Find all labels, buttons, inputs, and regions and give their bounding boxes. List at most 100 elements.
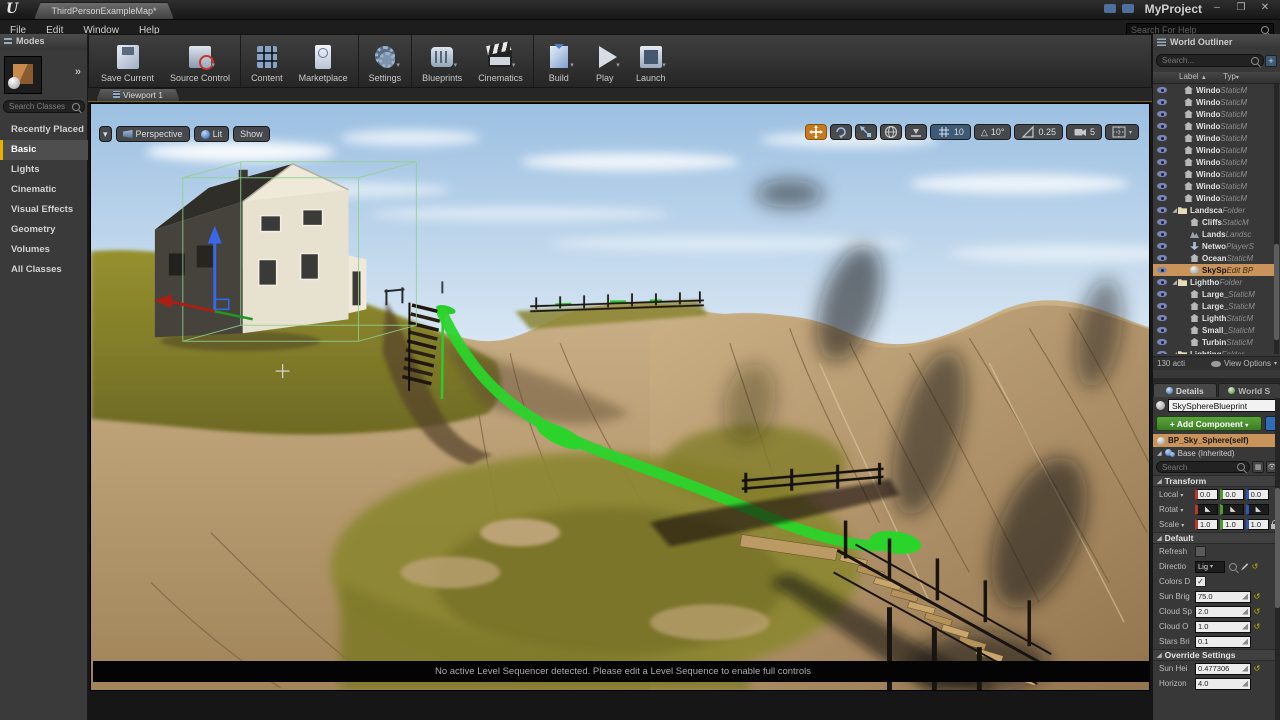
reset-to-default-icon[interactable]: ↺ — [1253, 622, 1261, 631]
viewport-options-dropdown[interactable]: ▾ — [99, 126, 112, 142]
outliner-row[interactable]: WindoStaticM — [1153, 108, 1275, 120]
visibility-eye-icon[interactable] — [1157, 183, 1167, 189]
scale-label[interactable]: Scale ▾ — [1159, 520, 1193, 529]
visibility-eye-icon[interactable] — [1157, 123, 1167, 129]
expand-arrow-icon[interactable]: ◢ — [1170, 279, 1177, 286]
rotation-snap-value[interactable]: 10° — [991, 127, 1005, 137]
visibility-eye-icon[interactable] — [1157, 195, 1167, 201]
browse-icon[interactable] — [1229, 563, 1237, 571]
visibility-eye-icon[interactable] — [1157, 327, 1167, 333]
scale-tool-button[interactable] — [855, 124, 877, 140]
outliner-row[interactable]: OceanStaticM — [1153, 252, 1275, 264]
feedback-bubble-icon[interactable] — [1104, 4, 1116, 13]
outliner-row[interactable]: SkySpEdit BP — [1153, 264, 1275, 276]
details-search-input[interactable]: Search — [1156, 461, 1250, 473]
scale-snap-value[interactable]: 0.25 — [1038, 127, 1056, 137]
toolbar-button[interactable]: ▾ Cinematics — [470, 35, 531, 87]
details-scrollbar[interactable] — [1275, 398, 1280, 720]
show-button[interactable]: Show — [233, 126, 270, 142]
spin-handle-icon[interactable] — [1242, 681, 1248, 687]
rotation-label[interactable]: Rotat ▾ — [1159, 505, 1193, 514]
rotation-x-field[interactable]: ◣ — [1195, 504, 1218, 515]
outliner-row[interactable]: WindoStaticM — [1153, 120, 1275, 132]
scale-z-field[interactable]: 1.0 — [1246, 519, 1269, 530]
location-label[interactable]: Local ▾ — [1159, 490, 1193, 499]
visibility-eye-icon[interactable] — [1157, 171, 1167, 177]
spin-handle-icon[interactable] — [1242, 594, 1248, 600]
default-section-header[interactable]: ◢ Default — [1153, 532, 1280, 544]
column-type[interactable]: Typ▾ — [1223, 72, 1280, 83]
visibility-eye-icon[interactable] — [1157, 351, 1167, 354]
outliner-row[interactable]: WindoStaticM — [1153, 144, 1275, 156]
toolbar-button[interactable]: Content — [240, 35, 291, 87]
rotate-tool-button[interactable] — [830, 124, 852, 140]
maximize-viewport-button[interactable]: ▾ — [1105, 124, 1139, 140]
toolbar-button[interactable]: ▾ Launch — [628, 35, 674, 87]
outliner-row[interactable]: LandsLandsc — [1153, 228, 1275, 240]
colors-checkbox[interactable]: ✓ — [1195, 576, 1206, 587]
modes-category-item[interactable]: Recently Placed — [0, 120, 88, 140]
level-tab[interactable]: ThirdPersonExampleMap* — [34, 2, 174, 19]
expand-arrow-icon[interactable]: ◢ — [1170, 351, 1177, 355]
toolbar-button[interactable]: ▾ Blueprints — [411, 35, 470, 87]
reset-to-default-icon[interactable]: ↺ — [1253, 592, 1261, 601]
outliner-row[interactable]: NetwoPlayerS — [1153, 240, 1275, 252]
close-button[interactable]: ✕ — [1258, 2, 1272, 13]
place-mode-thumbnail[interactable] — [4, 56, 42, 94]
modes-category-item[interactable]: Lights — [0, 160, 88, 180]
outliner-row[interactable]: Cliffs StaticM — [1153, 216, 1275, 228]
modes-category-item[interactable]: Geometry — [0, 220, 88, 240]
grid-snap-value[interactable]: 10 — [954, 127, 964, 137]
toolbar-button[interactable]: ▾ Play — [582, 35, 628, 87]
outliner-row[interactable]: WindoStaticM — [1153, 192, 1275, 204]
refresh-checkbox[interactable] — [1195, 546, 1206, 557]
outliner-add-button[interactable]: + — [1265, 55, 1277, 67]
visibility-eye-icon[interactable] — [1157, 99, 1167, 105]
spin-handle-icon[interactable] — [1242, 666, 1248, 672]
spin-handle-icon[interactable] — [1242, 609, 1248, 615]
reset-to-default-icon[interactable]: ↺ — [1251, 562, 1259, 571]
outliner-row[interactable]: WindoStaticM — [1153, 180, 1275, 192]
directional-light-dropdown[interactable]: Lig ▾ — [1195, 561, 1225, 573]
visibility-eye-icon[interactable] — [1157, 279, 1167, 285]
viewport-3d-scene[interactable]: ▾ Perspective Lit Show — [90, 103, 1150, 691]
cloud-opacity-field[interactable]: 1.0 — [1195, 621, 1251, 633]
view-options-button[interactable]: View Options — [1224, 359, 1271, 368]
outliner-row[interactable]: WindoStaticM — [1153, 168, 1275, 180]
maximize-button[interactable]: ❒ — [1234, 2, 1248, 13]
perspective-button[interactable]: Perspective — [116, 126, 190, 142]
outliner-row[interactable]: Small_StaticM — [1153, 324, 1275, 336]
camera-speed-button[interactable]: 5 — [1066, 124, 1102, 140]
outliner-row[interactable]: WindoStaticM — [1153, 96, 1275, 108]
visibility-eye-icon[interactable] — [1157, 291, 1167, 297]
reset-to-default-icon[interactable]: ↺ — [1253, 607, 1261, 616]
toolbar-button[interactable]: Save Current — [93, 35, 162, 87]
world-outliner-header[interactable]: World Outliner — [1153, 34, 1280, 50]
visibility-eye-icon[interactable] — [1157, 231, 1167, 237]
visibility-eye-icon[interactable] — [1157, 135, 1167, 141]
lit-mode-button[interactable]: Lit — [194, 126, 230, 142]
scale-x-field[interactable]: 1.0 — [1195, 519, 1218, 530]
minimize-button[interactable]: – — [1210, 2, 1224, 13]
location-z-field[interactable]: 0.0 — [1246, 489, 1269, 500]
tab-details[interactable]: Details — [1153, 383, 1217, 397]
rotation-y-field[interactable]: ◣ — [1220, 504, 1243, 515]
expand-arrow-icon[interactable]: ◢ — [1170, 207, 1177, 214]
visibility-eye-icon[interactable] — [1157, 87, 1167, 93]
use-selected-icon[interactable] — [1241, 563, 1249, 571]
coordinate-space-button[interactable] — [880, 124, 902, 140]
visibility-eye-icon[interactable] — [1157, 147, 1167, 153]
visibility-eye-icon[interactable] — [1157, 315, 1167, 321]
move-tool-button[interactable] — [805, 124, 827, 140]
cloud-speed-field[interactable]: 2.0 — [1195, 606, 1251, 618]
visibility-eye-icon[interactable] — [1157, 339, 1167, 345]
horizon-falloff-field[interactable]: 4.0 — [1195, 678, 1251, 690]
modes-panel-header[interactable]: Modes — [0, 34, 87, 50]
actor-name-field[interactable]: SkySphereBlueprint — [1168, 399, 1278, 412]
visibility-eye-icon[interactable] — [1157, 219, 1167, 225]
toolbar-button[interactable]: ▾ Source Control — [162, 35, 238, 87]
visibility-eye-icon[interactable] — [1157, 159, 1167, 165]
modes-category-item[interactable]: Cinematic — [0, 180, 88, 200]
tab-world-settings[interactable]: World S — [1218, 383, 1280, 397]
component-self-row[interactable]: BP_Sky_Sphere(self) — [1153, 434, 1280, 447]
